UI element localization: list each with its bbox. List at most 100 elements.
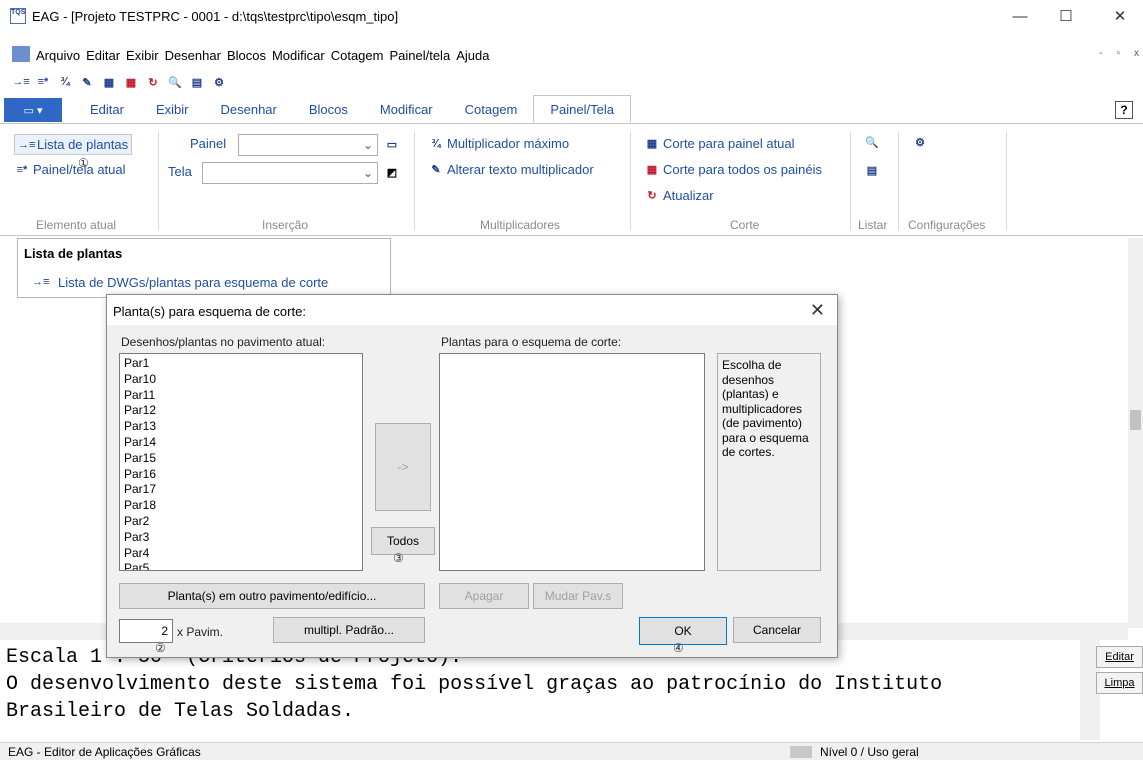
console-editar-button[interactable]: Editar: [1096, 646, 1143, 668]
menu-blocos[interactable]: Blocos: [227, 48, 266, 63]
dialog-close-icon[interactable]: ✕: [810, 300, 825, 321]
table-icon[interactable]: ▤: [864, 164, 880, 178]
maximize-button[interactable]: ☐: [1043, 0, 1089, 32]
corte-painel-atual-label: Corte para painel atual: [663, 136, 795, 151]
lista-dwgs-item[interactable]: →≡ Lista de DWGs/plantas para esquema de…: [32, 275, 328, 290]
step-badge-2: ②: [155, 641, 166, 655]
list-item[interactable]: Par13: [124, 419, 362, 435]
list-item[interactable]: Par10: [124, 372, 362, 388]
list-item[interactable]: Par17: [124, 482, 362, 498]
mdi-minimize-button[interactable]: -: [1099, 48, 1102, 59]
mdi-close-button[interactable]: x: [1134, 48, 1139, 59]
menu-ajuda[interactable]: Ajuda: [456, 48, 489, 63]
folder-icon[interactable]: ▭: [384, 138, 400, 152]
tab-painel-tela[interactable]: Painel/Tela: [533, 95, 631, 123]
alterar-texto-button[interactable]: ✎ Alterar texto multiplicador: [428, 162, 594, 177]
menu-cotagem[interactable]: Cotagem: [331, 48, 384, 63]
menu-editar[interactable]: Editar: [86, 48, 120, 63]
alterar-texto-label: Alterar texto multiplicador: [447, 162, 594, 177]
console-limpa-button[interactable]: Limpa: [1096, 672, 1143, 694]
menu-modificar[interactable]: Modificar: [272, 48, 325, 63]
cancelar-button[interactable]: Cancelar: [733, 617, 821, 643]
menu-desenhar[interactable]: Desenhar: [165, 48, 221, 63]
tab-modificar[interactable]: Modificar: [364, 95, 449, 123]
mudar-pav-button[interactable]: Mudar Pav.s: [533, 583, 623, 609]
menu-painel-tela[interactable]: Painel/tela: [389, 48, 450, 63]
edit-multiplier-icon[interactable]: ✎: [78, 73, 96, 91]
list-item[interactable]: Par11: [124, 388, 362, 404]
menu-arquivo[interactable]: Arquivo: [36, 48, 80, 63]
ribbon-separator: [898, 132, 899, 230]
group-corte: Corte: [730, 218, 760, 232]
dialog-title: Planta(s) para esquema de corte:: [107, 295, 837, 325]
tab-exibir[interactable]: Exibir: [140, 95, 205, 123]
menu-exibir[interactable]: Exibir: [126, 48, 159, 63]
atualizar-button[interactable]: ↻ Atualizar: [644, 188, 713, 203]
list-item[interactable]: Par1: [124, 356, 362, 372]
application-menu-button[interactable]: ▭ ▾: [4, 98, 62, 122]
panel-list-icon[interactable]: ≡*: [34, 73, 52, 91]
list-icon[interactable]: →≡: [12, 73, 30, 91]
lista-plantas-button[interactable]: →≡ Lista de plantas: [14, 134, 133, 155]
corte-todos-label: Corte para todos os painéis: [663, 162, 822, 177]
add-arrow-button[interactable]: ->: [375, 423, 431, 511]
ribbon-panel: →≡ Lista de plantas ≡* Painel/tela atual…: [0, 124, 1143, 236]
plantas-atual-list[interactable]: Par1 Par10 Par11 Par12 Par13 Par14 Par15…: [119, 353, 363, 571]
console-buttons: Editar Limpa: [1096, 646, 1143, 698]
level-color-icon: [790, 746, 812, 758]
pavim-input[interactable]: 2: [119, 619, 173, 643]
table-icon[interactable]: ▤: [188, 73, 206, 91]
outro-pavimento-button[interactable]: Planta(s) em outro pavimento/edifício...: [119, 583, 425, 609]
list-item[interactable]: Par15: [124, 451, 362, 467]
multipl-padrao-button[interactable]: multipl. Padrão...: [273, 617, 425, 643]
document-icon: [12, 46, 30, 62]
list-item[interactable]: Par3: [124, 530, 362, 546]
close-button[interactable]: ✕: [1097, 0, 1143, 32]
help-button[interactable]: ?: [1115, 101, 1133, 119]
update-icon: ↻: [647, 189, 657, 202]
lista-plantas-label: Lista de plantas: [37, 137, 129, 152]
ribbon-tabs: Editar Exibir Desenhar Blocos Modificar …: [0, 95, 1143, 124]
apagar-button[interactable]: Apagar: [439, 583, 529, 609]
cut-all-icon: ▦: [646, 163, 658, 176]
corte-painel-atual-button[interactable]: ▦ Corte para painel atual: [644, 136, 795, 151]
tab-desenhar[interactable]: Desenhar: [204, 95, 292, 123]
panel-header: Lista de plantas: [24, 246, 123, 261]
list-item[interactable]: Par4: [124, 546, 362, 562]
step-badge-1: ①: [78, 156, 89, 170]
tela-select[interactable]: ⌄: [202, 162, 378, 184]
mdi-restore-button[interactable]: ▫: [1116, 48, 1120, 59]
painel-tela-atual-button[interactable]: ≡* Painel/tela atual: [14, 162, 126, 177]
painel-select[interactable]: ⌄: [238, 134, 378, 156]
console-line: O desenvolvimento deste sistema foi poss…: [6, 673, 943, 696]
ribbon-separator: [630, 132, 631, 230]
config-icon[interactable]: ⚙: [912, 136, 928, 150]
screen-icon[interactable]: ◩: [384, 166, 400, 180]
list-item[interactable]: Par16: [124, 467, 362, 483]
console-line: Brasileiro de Telas Soldadas.: [6, 700, 355, 723]
corte-todos-button[interactable]: ▦ Corte para todos os painéis: [644, 162, 822, 177]
scrollbar-thumb[interactable]: [1130, 410, 1141, 430]
config-icon[interactable]: ⚙: [210, 73, 228, 91]
tela-label: Tela: [168, 164, 192, 179]
update-icon[interactable]: ↻: [144, 73, 162, 91]
workspace-vertical-scrollbar[interactable]: [1128, 238, 1143, 628]
tab-editar[interactable]: Editar: [74, 95, 140, 123]
lista-plantas-panel: Lista de plantas →≡ Lista de DWGs/planta…: [17, 238, 391, 298]
minimize-button[interactable]: —: [997, 0, 1043, 32]
search-icon[interactable]: 🔍: [166, 73, 184, 91]
cut-panel-icon[interactable]: ▦: [100, 73, 118, 91]
plantas-esquema-list[interactable]: [439, 353, 705, 571]
list-item[interactable]: Par12: [124, 403, 362, 419]
cut-all-icon[interactable]: ▦: [122, 73, 140, 91]
step-badge-4: ④: [673, 641, 684, 655]
tab-blocos[interactable]: Blocos: [293, 95, 364, 123]
tab-cotagem[interactable]: Cotagem: [449, 95, 534, 123]
search-icon[interactable]: 🔍: [864, 136, 880, 150]
list-item[interactable]: Par14: [124, 435, 362, 451]
multiplicador-maximo-button[interactable]: ¾ Multiplicador máximo: [428, 136, 569, 151]
multiplier-icon[interactable]: ¾: [56, 73, 74, 91]
list-item[interactable]: Par18: [124, 498, 362, 514]
list-item[interactable]: Par2: [124, 514, 362, 530]
list-item[interactable]: Par5: [124, 561, 362, 570]
